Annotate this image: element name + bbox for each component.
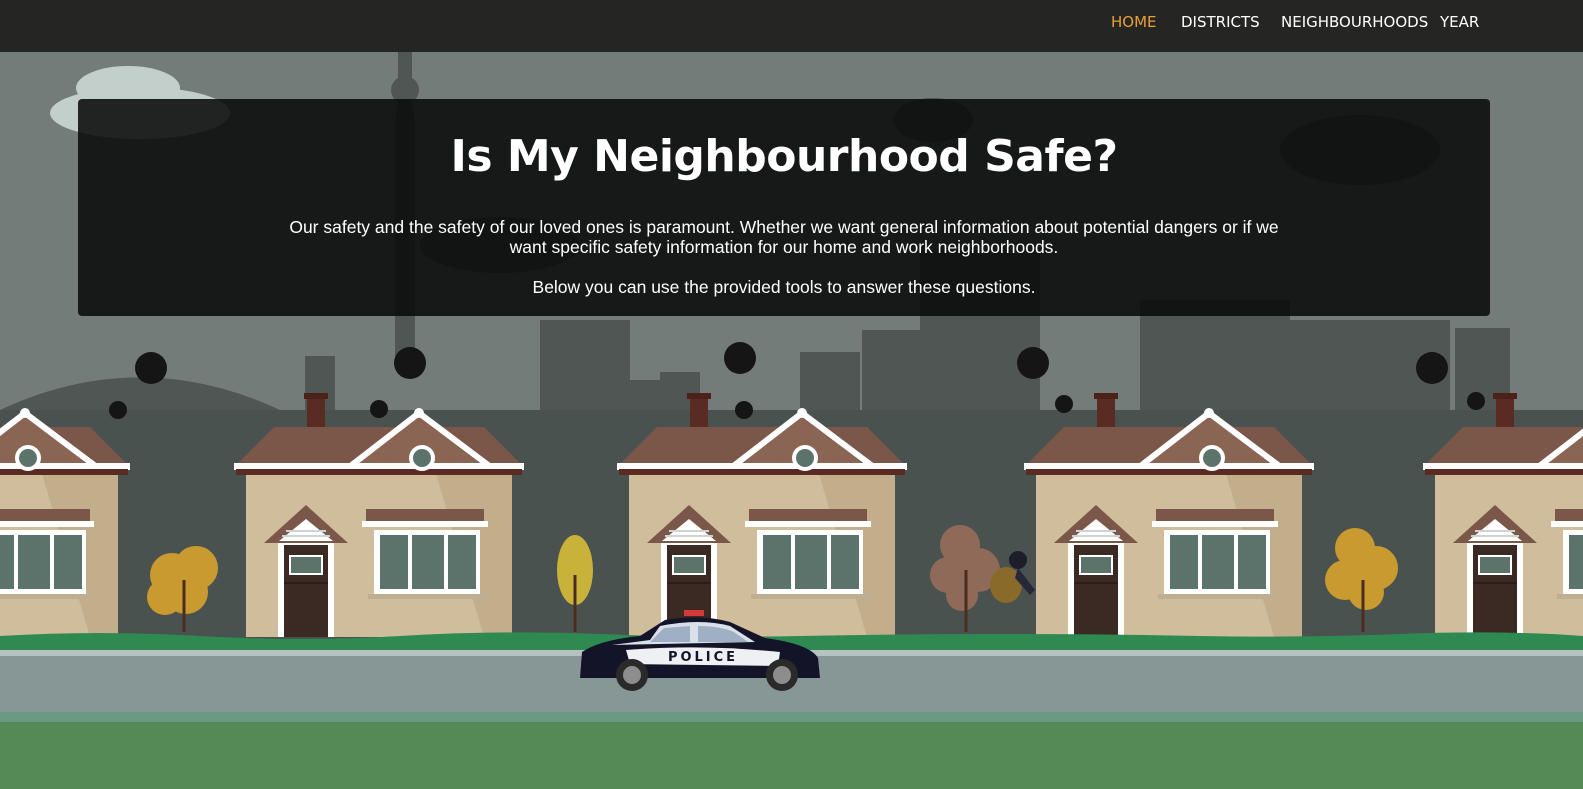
hero-panel: Is My Neighbourhood Safe? Our safety and… [78,99,1490,316]
top-navbar: HOME DISTRICTS NEIGHBOURHOODS YEAR [0,0,1583,52]
nav-home-link[interactable]: HOME [1111,13,1157,31]
police-car-label: POLICE [668,650,738,665]
nav-year-link[interactable]: YEAR [1440,13,1479,31]
nav-neighbourhoods-link[interactable]: NEIGHBOURHOODS [1281,13,1428,31]
page-title: Is My Neighbourhood Safe? [450,131,1118,182]
hero-intro-text: Our safety and the safety of our loved o… [289,217,1279,257]
hero-tools-text: Below you can use the provided tools to … [532,277,1036,297]
nav-districts-link[interactable]: DISTRICTS [1181,13,1260,31]
